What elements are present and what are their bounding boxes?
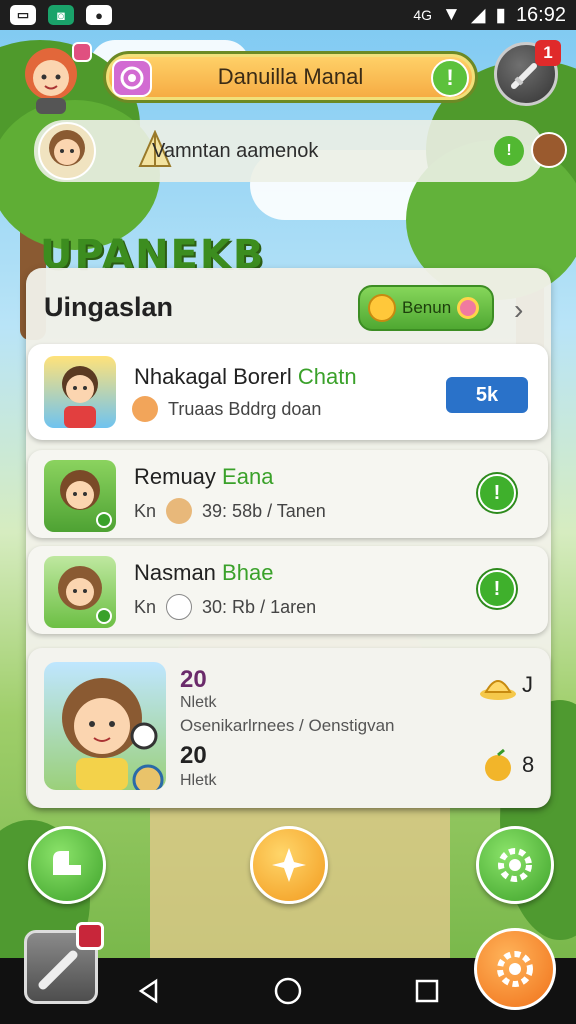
notification-icon: ▭ <box>10 5 36 25</box>
stat-value: 20 <box>180 742 207 769</box>
fruit-icon <box>485 748 511 781</box>
camera-icon: ● <box>86 5 112 25</box>
character-thumbnail <box>44 556 116 628</box>
character-card[interactable]: 20 Nletk Osenikarlrnees / Oenstigvan 20 … <box>28 648 550 808</box>
coin-icon <box>368 294 396 322</box>
row-meta: Kn 39: 58b / Tanen <box>134 498 326 524</box>
battle-button[interactable] <box>250 826 328 904</box>
list-item[interactable]: Nasman Bhae Kn 30: Rb / 1aren ! <box>28 546 548 634</box>
cookie-icon <box>166 498 193 524</box>
battery-icon: ▮ <box>495 4 506 26</box>
list-item[interactable]: Remuay Eana Kn 39: 58b / Tanen ! <box>28 450 548 538</box>
title-label: Danuilla Manal <box>217 64 364 89</box>
stat-label: Hletk <box>180 772 217 789</box>
clock-icon <box>53 851 81 875</box>
settings-button[interactable] <box>476 826 554 904</box>
back-icon[interactable] <box>136 978 162 1004</box>
avatar-badge <box>72 42 92 62</box>
panel-title: Uingaslan <box>44 292 174 322</box>
action-button[interactable]: ! <box>478 474 516 512</box>
wifi-icon: ▼ <box>442 4 461 25</box>
list-item[interactable]: Nhakagal Borerl Chatn Truaas Bddrg doan … <box>28 344 548 440</box>
app-icon: ◙ <box>48 5 74 25</box>
panel-filter-button[interactable]: Benun <box>358 285 494 331</box>
gear-icon <box>498 848 532 882</box>
flower-icon <box>457 297 480 319</box>
row-meta: Truaas Bddrg doan <box>132 396 321 422</box>
stat-value: 20 <box>180 666 207 693</box>
cookie-icon <box>531 132 567 168</box>
inventory-badge <box>76 922 104 950</box>
stat-right-value: J <box>522 672 533 697</box>
chevron-right-icon[interactable]: › <box>514 294 523 326</box>
title-banner[interactable]: Danuilla Manal ! <box>103 51 478 103</box>
panel-filter-label: Benun <box>402 298 452 317</box>
row-title: Nhakagal Borerl Chatn <box>134 364 357 389</box>
cog-icon <box>497 951 533 987</box>
pet-icon <box>132 396 158 422</box>
status-bar: ▭ ◙ ● 4G ▼ ◢ ▮ 16:92 <box>0 0 576 30</box>
recents-icon[interactable] <box>414 978 440 1004</box>
action-button[interactable]: ! <box>478 570 516 608</box>
sun-hat-icon <box>480 680 516 700</box>
notification-badge: 1 <box>535 40 561 66</box>
quest-label: Vamntan aamenok <box>152 139 319 162</box>
character-thumbnail <box>44 460 116 532</box>
character-thumbnail <box>44 356 116 428</box>
home-icon[interactable] <box>274 977 302 1005</box>
home-button[interactable] <box>28 826 106 904</box>
row-title: Nasman Bhae <box>134 560 274 585</box>
clock: 16:92 <box>515 3 566 26</box>
alert-icon[interactable]: ! <box>494 136 524 166</box>
row-title: Remuay Eana <box>134 464 274 489</box>
character-portrait <box>44 662 166 790</box>
hand-icon <box>166 594 193 620</box>
quest-bar[interactable]: Vamntan aamenok ! <box>34 120 567 182</box>
info-icon[interactable]: ! <box>431 59 469 97</box>
spiral-icon <box>112 59 152 97</box>
sparkle-icon <box>272 848 306 882</box>
options-button[interactable] <box>474 928 556 1010</box>
card-description: Osenikarlrnees / Oenstigvan <box>180 716 395 735</box>
network-label: 4G <box>413 7 433 23</box>
stat-label: Nletk <box>180 694 217 711</box>
friend-avatar <box>38 122 96 180</box>
stat-right-value: 8 <box>522 752 535 777</box>
signal-icon: ◢ <box>470 4 486 26</box>
row-meta: Kn 30: Rb / 1aren <box>134 594 316 620</box>
value-button[interactable]: 5k <box>446 377 528 413</box>
